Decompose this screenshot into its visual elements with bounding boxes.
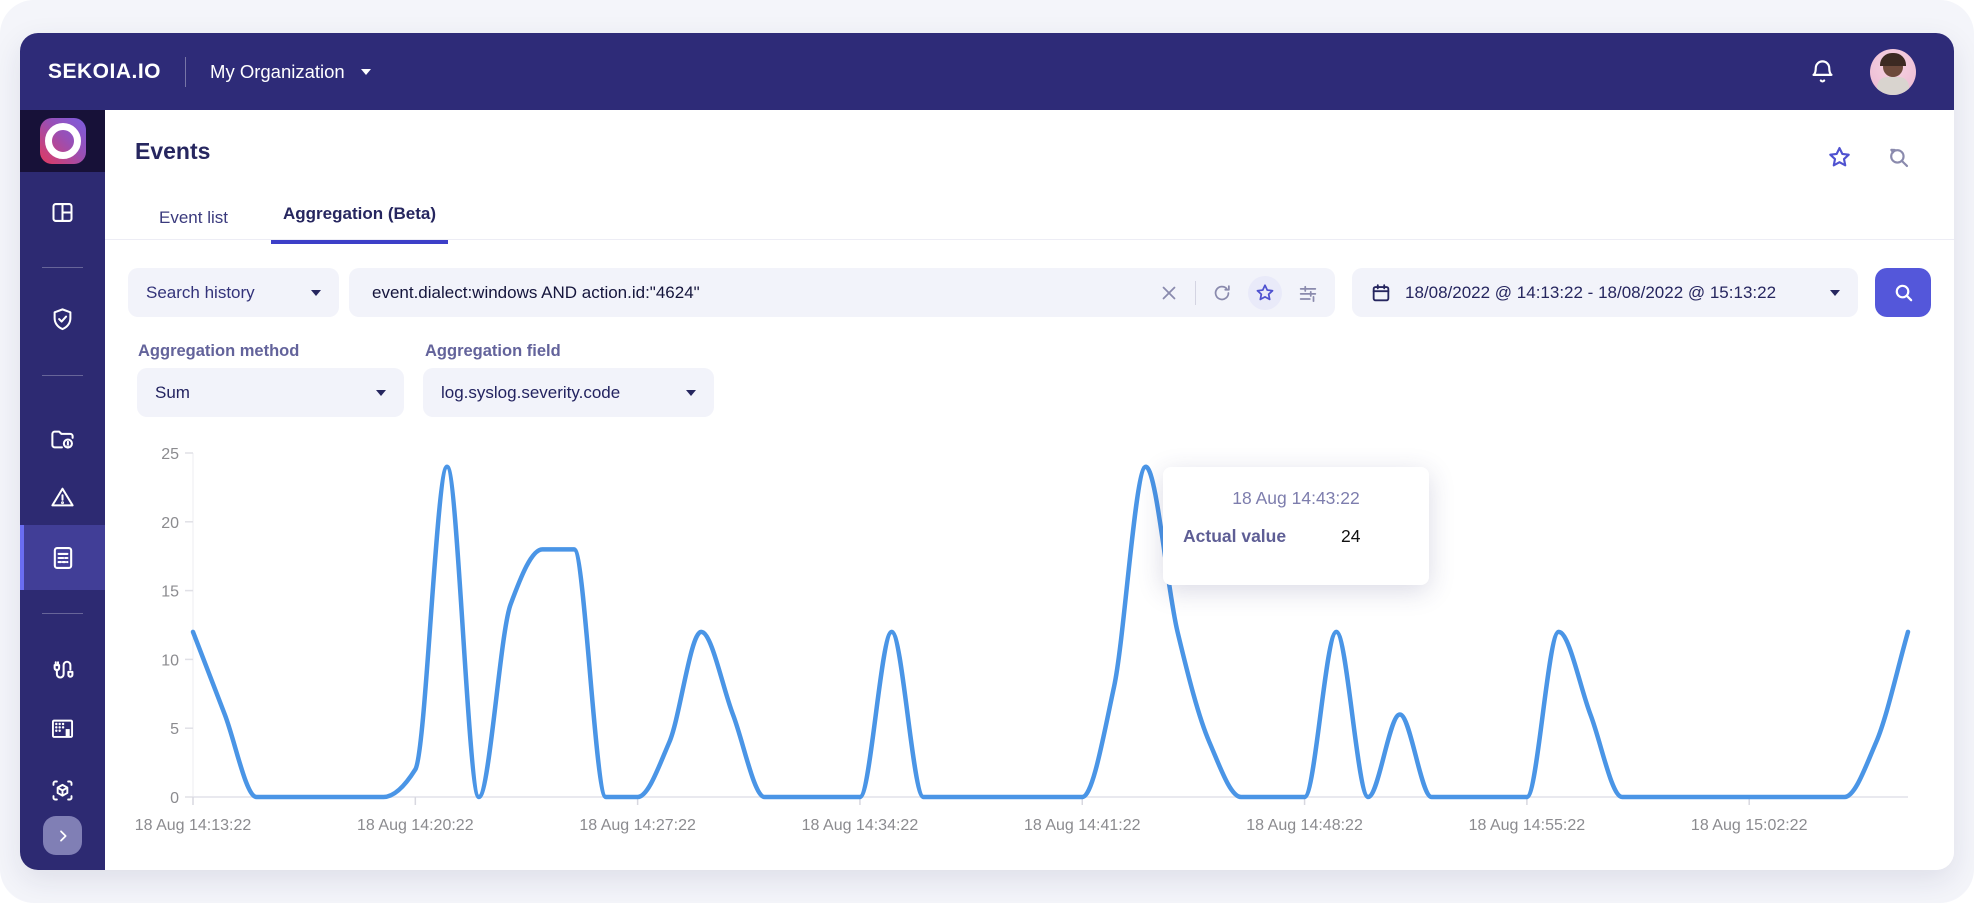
tooltip-value: 24 bbox=[1341, 526, 1361, 546]
box-scan-icon bbox=[52, 780, 73, 800]
chart-tooltip: 18 Aug 14:43:22 Actual value 24 bbox=[1163, 467, 1429, 585]
date-range-value: 18/08/2022 @ 14:13:22 - 18/08/2022 @ 15:… bbox=[1405, 282, 1777, 302]
svg-text:18 Aug 14:13:22: 18 Aug 14:13:22 bbox=[135, 817, 252, 834]
sidebar-item-intakes[interactable] bbox=[20, 650, 105, 686]
tab-aggregation[interactable]: Aggregation (Beta) bbox=[271, 198, 448, 244]
app-window: SEKOIA.IO My Organization Events Event l… bbox=[20, 33, 1954, 870]
sidebar-item-events-active[interactable] bbox=[20, 525, 105, 590]
sidebar-item-protect[interactable] bbox=[20, 301, 105, 337]
sidebar-divider bbox=[42, 375, 83, 376]
refresh-icon[interactable] bbox=[1211, 282, 1233, 304]
sidebar-expand-button[interactable] bbox=[43, 816, 82, 855]
notifications-bell-icon[interactable] bbox=[1809, 58, 1836, 85]
dashboard-icon bbox=[52, 202, 73, 222]
main-content: Events Event list Aggregation (Beta) Sea… bbox=[105, 110, 1954, 870]
sidebar-divider bbox=[42, 267, 83, 268]
svg-text:18 Aug 14:41:22: 18 Aug 14:41:22 bbox=[1024, 817, 1141, 834]
search-icon bbox=[1895, 284, 1912, 302]
sidebar-item-sandbox[interactable] bbox=[20, 772, 105, 808]
sidebar-item-community[interactable] bbox=[20, 710, 105, 746]
search-row: Search history event.dialect:windows AND… bbox=[105, 268, 1954, 317]
chevron-down-icon bbox=[1830, 289, 1840, 296]
top-bar: SEKOIA.IO My Organization bbox=[20, 33, 1954, 110]
brand-logo-text: SEKOIA.IO bbox=[48, 59, 162, 83]
folder-alert-icon bbox=[51, 430, 74, 449]
sidebar-nav bbox=[20, 110, 105, 870]
event-list-icon bbox=[53, 546, 72, 569]
search-history-dropdown[interactable]: Search history bbox=[128, 268, 339, 317]
save-query-star-chip[interactable] bbox=[1248, 275, 1282, 310]
svg-text:5: 5 bbox=[170, 721, 179, 738]
tab-event-list[interactable]: Event list bbox=[157, 202, 230, 234]
tooltip-series-label: Actual value bbox=[1183, 526, 1287, 546]
user-avatar[interactable] bbox=[1870, 48, 1916, 95]
favorite-star-icon[interactable] bbox=[1826, 144, 1853, 171]
chevron-down-icon bbox=[686, 389, 696, 396]
building-icon bbox=[51, 719, 74, 738]
svg-text:18 Aug 14:48:22: 18 Aug 14:48:22 bbox=[1246, 817, 1363, 834]
tab-bar: Event list Aggregation (Beta) bbox=[105, 196, 1954, 244]
organization-name: My Organization bbox=[210, 60, 345, 82]
aggregation-line-chart[interactable]: 0 5 10 15 20 25 18 Aug 14:13:22 18 Aug 14:20:22… bbox=[105, 440, 1954, 865]
query-field bbox=[349, 268, 1335, 317]
svg-text:18 Aug 14:27:22: 18 Aug 14:27:22 bbox=[579, 817, 696, 834]
svg-text:18 Aug 14:55:22: 18 Aug 14:55:22 bbox=[1469, 817, 1586, 834]
sidebar-item-alerts[interactable] bbox=[20, 479, 105, 515]
svg-text:15: 15 bbox=[161, 584, 179, 601]
svg-text:10: 10 bbox=[161, 652, 179, 669]
aggregation-method-label: Aggregation method bbox=[138, 342, 300, 360]
organization-selector[interactable]: My Organization bbox=[210, 61, 371, 83]
aggregation-field-dropdown[interactable]: log.syslog.severity.code bbox=[423, 368, 714, 417]
date-range-picker[interactable]: 18/08/2022 @ 14:13:22 - 18/08/2022 @ 15:… bbox=[1352, 268, 1858, 317]
search-query-input[interactable] bbox=[370, 281, 1158, 304]
clear-query-icon[interactable] bbox=[1158, 282, 1180, 304]
svg-text:20: 20 bbox=[161, 515, 179, 532]
calendar-icon bbox=[1372, 283, 1390, 301]
app-background: SEKOIA.IO My Organization Events Event l… bbox=[0, 0, 1974, 903]
svg-text:18 Aug 15:02:22: 18 Aug 15:02:22 bbox=[1691, 817, 1808, 834]
sidebar-divider bbox=[42, 613, 83, 614]
search-history-icon[interactable] bbox=[1885, 144, 1912, 171]
run-search-button[interactable] bbox=[1875, 268, 1931, 317]
sekoia-logo-icon bbox=[39, 118, 86, 164]
warning-triangle-icon bbox=[51, 487, 74, 506]
chevron-down-icon bbox=[360, 68, 371, 75]
sidebar-item-cases[interactable] bbox=[20, 421, 105, 457]
tooltip-timestamp: 18 Aug 14:43:22 bbox=[1232, 488, 1360, 508]
sidebar-item-home[interactable] bbox=[20, 110, 105, 172]
chevron-down-icon bbox=[311, 289, 321, 296]
aggregation-field-label: Aggregation field bbox=[425, 342, 561, 360]
aggregation-method-value: Sum bbox=[155, 382, 190, 402]
aggregation-field-value: log.syslog.severity.code bbox=[441, 382, 621, 402]
cable-icon bbox=[53, 660, 74, 678]
svg-text:18 Aug 14:34:22: 18 Aug 14:34:22 bbox=[802, 817, 919, 834]
topbar-divider bbox=[185, 56, 187, 87]
chevron-down-icon bbox=[376, 389, 386, 396]
svg-text:25: 25 bbox=[161, 446, 179, 463]
star-icon bbox=[1256, 283, 1274, 300]
sidebar-item-dashboard[interactable] bbox=[20, 194, 105, 230]
aggregation-method-dropdown[interactable]: Sum bbox=[137, 368, 404, 417]
shield-check-icon bbox=[53, 307, 72, 330]
search-history-label: Search history bbox=[146, 282, 255, 302]
chevron-right-icon bbox=[59, 829, 67, 842]
filters-sliders-icon[interactable] bbox=[1297, 282, 1319, 304]
icon-divider bbox=[1195, 280, 1196, 305]
page-title: Events bbox=[135, 138, 211, 164]
svg-text:18 Aug 14:20:22: 18 Aug 14:20:22 bbox=[357, 817, 474, 834]
svg-text:0: 0 bbox=[170, 790, 179, 807]
